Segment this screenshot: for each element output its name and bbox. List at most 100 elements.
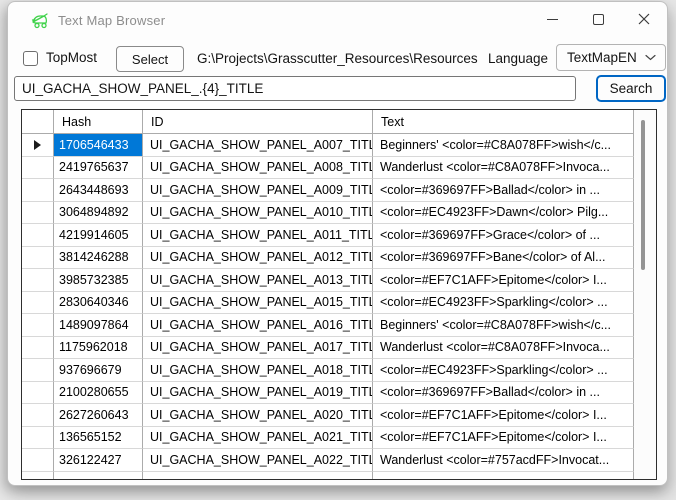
topmost-label: TopMost [46,50,97,65]
table-row[interactable]: 2419765637UI_GACHA_SHOW_PANEL_A008_TITLE… [22,157,634,180]
table-row[interactable]: 1489097864UI_GACHA_SHOW_PANEL_A016_TITLE… [22,314,634,337]
id-cell[interactable]: UI_GACHA_SHOW_PANEL_A021_TITLE [143,427,373,450]
row-header-cell[interactable] [22,179,54,202]
text-cell[interactable]: <color=#369697FF>Bane</color> of Al... [373,247,634,270]
id-cell[interactable]: UI_GACHA_SHOW_PANEL_A017_TITLE [143,337,373,360]
id-cell[interactable]: UI_GACHA_SHOW_PANEL_A008_TITLE [143,157,373,180]
table-row[interactable]: 2100280655UI_GACHA_SHOW_PANEL_A019_TITLE… [22,382,634,405]
table-row[interactable]: 3985732385UI_GACHA_SHOW_PANEL_A013_TITLE… [22,269,634,292]
id-cell[interactable]: UI_GACHA_SHOW_PANEL_A015_TITLE [143,292,373,315]
table-row[interactable]: 3064894892UI_GACHA_SHOW_PANEL_A010_TITLE… [22,202,634,225]
row-header-cell[interactable] [22,247,54,270]
column-header-hash[interactable]: Hash [54,110,143,134]
text-cell[interactable]: Beginners' <color=#C8A078FF>wish</c... [373,314,634,337]
search-button[interactable]: Search [596,75,666,102]
table-row[interactable]: 937696679UI_GACHA_SHOW_PANEL_A018_TITLE<… [22,359,634,382]
close-button[interactable] [621,2,667,36]
column-header-text[interactable]: Text [373,110,634,134]
table-row[interactable]: 136565152UI_GACHA_SHOW_PANEL_A021_TITLE<… [22,427,634,450]
text-cell[interactable]: <color=#369697FF>Ballad</color> in ... [373,382,634,405]
row-header-cell[interactable] [22,427,54,450]
text-cell[interactable]: <color=#EF7C1AFF>Epitome</color> I... [373,404,634,427]
row-indicator-header-cell [22,110,54,134]
language-selected-value: TextMapEN [567,50,645,65]
hash-cell[interactable]: 326122427 [54,449,143,472]
hash-cell[interactable]: 2830640346 [54,292,143,315]
id-cell[interactable]: UI_GACHA_SHOW_PANEL_A013_TITLE [143,269,373,292]
grid-header-row: Hash ID Text [22,110,634,134]
column-header-id[interactable]: ID [143,110,373,134]
row-header-cell[interactable] [22,314,54,337]
id-cell[interactable]: UI_GACHA_SHOW_PANEL_A009_TITLE [143,179,373,202]
hash-cell[interactable]: 3814246288 [54,247,143,270]
grid-body: 1706546433UI_GACHA_SHOW_PANEL_A007_TITLE… [22,134,634,479]
text-cell[interactable]: <color=#EC4923FF>Sparkling</color> ... [373,292,634,315]
row-header-cell[interactable] [22,224,54,247]
table-row[interactable]: 4219914605UI_GACHA_SHOW_PANEL_A011_TITLE… [22,224,634,247]
hash-cell[interactable]: 4219914605 [54,224,143,247]
row-header-cell[interactable] [22,337,54,360]
row-header-cell[interactable] [22,404,54,427]
hash-cell[interactable]: 2627260643 [54,404,143,427]
hash-cell[interactable]: 1175962018 [54,337,143,360]
text-cell[interactable]: Wanderlust <color=#C8A078FF>Invoca... [373,157,634,180]
id-cell[interactable]: UI_GACHA_SHOW_PANEL_A018_TITLE [143,359,373,382]
text-cell[interactable]: <color=#EC4923FF>Sparkling</color> ... [373,359,634,382]
table-row[interactable]: 2627260643UI_GACHA_SHOW_PANEL_A020_TITLE… [22,404,634,427]
text-cell[interactable]: <color=#EC4923FF>Dawn</color> Pilg... [373,202,634,225]
table-row[interactable]: 1706546433UI_GACHA_SHOW_PANEL_A007_TITLE… [22,134,634,157]
row-header-cell[interactable] [22,157,54,180]
id-cell[interactable]: UI_GACHA_SHOW_PANEL_A011_TITLE [143,224,373,247]
row-header-cell[interactable] [22,359,54,382]
id-cell[interactable]: UI_GACHA_SHOW_PANEL_A016_TITLE [143,314,373,337]
caption-buttons [529,2,667,36]
table-row[interactable]: 1175962018UI_GACHA_SHOW_PANEL_A017_TITLE… [22,337,634,360]
hash-cell[interactable]: 1706546433 [54,134,143,157]
id-cell[interactable]: UI_GACHA_SHOW_PANEL_A020_TITLE [143,404,373,427]
row-header-cell[interactable] [22,202,54,225]
table-row[interactable]: 2643448693UI_GACHA_SHOW_PANEL_A009_TITLE… [22,179,634,202]
hash-cell[interactable]: 136565152 [54,427,143,450]
hash-cell[interactable]: 937696679 [54,359,143,382]
language-dropdown[interactable]: TextMapEN [556,44,666,71]
text-cell[interactable]: Wanderlust <color=#757acdFF>Invocat... [373,449,634,472]
hash-cell[interactable]: 3985732385 [54,269,143,292]
vertical-scrollbar[interactable] [634,110,656,479]
row-header-cell[interactable] [22,134,54,157]
text-cell[interactable]: <color=#369697FF>Grace</color> of ... [373,224,634,247]
select-button[interactable]: Select [116,46,184,72]
maximize-button[interactable] [575,2,621,36]
row-header-cell[interactable] [22,269,54,292]
text-cell[interactable]: <color=#EF7C1AFF>Epitome</color> I... [373,427,634,450]
app-window: Text Map Browser TopMost Select G:\Proje… [7,1,668,486]
table-row[interactable]: 2830640346UI_GACHA_SHOW_PANEL_A015_TITLE… [22,292,634,315]
scrollbar-thumb[interactable] [641,120,645,270]
table-row[interactable]: 326122427UI_GACHA_SHOW_PANEL_A022_TITLEW… [22,449,634,472]
search-input[interactable] [14,76,576,101]
row-header-cell[interactable] [22,449,54,472]
hash-cell[interactable]: 2419765637 [54,157,143,180]
title-bar: Text Map Browser [8,2,667,38]
minimize-button[interactable] [529,2,575,36]
text-cell[interactable]: <color=#EF7C1AFF>Epitome</color> I... [373,269,634,292]
text-cell[interactable]: Wanderlust <color=#C8A078FF>Invoca... [373,337,634,360]
table-row[interactable]: 3814246288UI_GACHA_SHOW_PANEL_A012_TITLE… [22,247,634,270]
hash-cell[interactable]: 3064894892 [54,202,143,225]
id-cell[interactable]: UI_GACHA_SHOW_PANEL_A022_TITLE [143,449,373,472]
id-cell[interactable]: UI_GACHA_SHOW_PANEL_A010_TITLE [143,202,373,225]
hash-cell[interactable]: 2643448693 [54,179,143,202]
id-cell[interactable]: UI_GACHA_SHOW_PANEL_A007_TITLE [143,134,373,157]
minimize-icon [547,19,558,20]
row-header-cell[interactable] [22,292,54,315]
close-icon [638,13,650,25]
chevron-down-icon [645,54,656,61]
id-cell[interactable]: UI_GACHA_SHOW_PANEL_A019_TITLE [143,382,373,405]
maximize-icon [593,14,604,25]
topmost-checkbox[interactable] [23,51,38,66]
hash-cell[interactable]: 1489097864 [54,314,143,337]
hash-cell[interactable]: 2100280655 [54,382,143,405]
id-cell[interactable]: UI_GACHA_SHOW_PANEL_A012_TITLE [143,247,373,270]
text-cell[interactable]: <color=#369697FF>Ballad</color> in ... [373,179,634,202]
row-header-cell[interactable] [22,382,54,405]
text-cell[interactable]: Beginners' <color=#C8A078FF>wish</c... [373,134,634,157]
